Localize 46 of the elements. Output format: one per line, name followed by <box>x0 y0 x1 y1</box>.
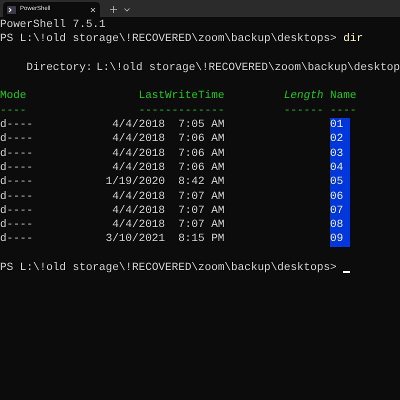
header-rule: ---- <box>330 104 356 117</box>
time-cell: 4/4/2018 7:06 AM <box>112 148 224 160</box>
dropdown-icon[interactable] <box>124 8 130 12</box>
time-cell: 4/4/2018 7:05 AM <box>112 119 224 132</box>
command-text: dir <box>343 32 364 47</box>
time-cell: 1/19/2020 8:42 AM <box>106 176 224 188</box>
column-header: Mode <box>0 90 26 102</box>
directory-label: Directory: <box>26 60 92 76</box>
mode-cell: d---- <box>0 204 34 217</box>
column-header: Name <box>330 90 356 102</box>
column-header: LastWriteTime <box>138 90 224 102</box>
mode-cell: d---- <box>0 219 34 232</box>
new-tab-icon[interactable] <box>110 6 117 13</box>
version-text: PowerShell 7.5.1 <box>0 19 106 31</box>
mode-cell: d---- <box>0 176 34 188</box>
name-cell: 01 <box>330 118 350 132</box>
mode-cell: d---- <box>0 233 34 246</box>
name-cell: 04 <box>330 160 350 176</box>
mode-cell: d---- <box>0 148 34 160</box>
time-cell: 4/4/2018 7:06 AM <box>112 162 224 174</box>
time-cell: 3/10/2021 8:15 PM <box>106 233 224 246</box>
time-cell: 4/4/2018 7:07 AM <box>112 219 224 232</box>
name-cell: 03 <box>330 146 350 161</box>
header-rule: ---- <box>0 104 26 117</box>
name-cell: 06 <box>330 190 350 204</box>
mode-cell: d---- <box>0 133 34 146</box>
mode-cell: d---- <box>0 162 34 174</box>
name-cell: 02 <box>330 132 350 147</box>
text-cursor <box>343 271 350 274</box>
mode-cell: d---- <box>0 190 34 203</box>
terminal-icon <box>7 6 16 14</box>
prompt: PS L:\!old storage\!RECOVERED\zoom\backup\desktops> <box>0 261 337 276</box>
time-cell: 4/4/2018 7:07 AM <box>112 204 224 217</box>
name-cell: 05 <box>330 175 350 190</box>
name-cell: 08 <box>330 218 350 232</box>
time-cell: 4/4/2018 7:06 AM <box>112 133 224 146</box>
prompt: PS L:\!old storage\!RECOVERED\zoom\backup\desktops> <box>0 32 337 47</box>
time-cell: 4/4/2018 7:07 AM <box>112 190 224 203</box>
close-icon[interactable] <box>90 6 96 12</box>
header-rule: ------ <box>284 104 324 117</box>
header-rule: ------------- <box>138 104 224 117</box>
mode-cell: d---- <box>0 119 34 132</box>
directory-path: L:\!old storage\!RECOVERED\zoom\backup\desktop <box>96 60 400 76</box>
name-cell: 09 <box>330 232 350 247</box>
column-header: Length <box>284 90 324 102</box>
name-cell: 07 <box>330 204 350 218</box>
